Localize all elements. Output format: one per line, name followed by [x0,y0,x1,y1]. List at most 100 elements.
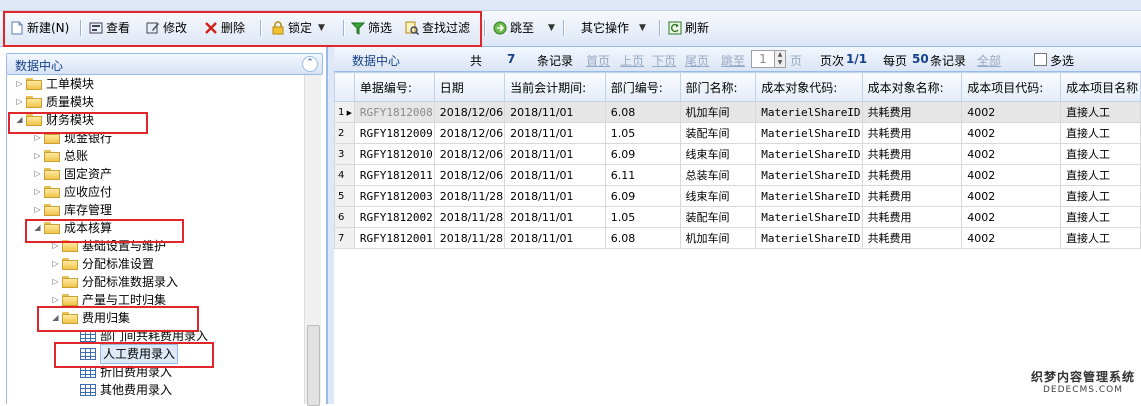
current-row-arrow-icon: ▶ [344,108,352,117]
table-cell: 2018/12/06 [433,122,506,144]
other-ops-label: 其它操作 [581,21,630,35]
last-page-link[interactable]: 尾页 [685,52,709,69]
find-filter-button[interactable]: 查找过滤 [405,19,470,37]
column-header[interactable]: 部门编号: [604,72,681,102]
tree-node[interactable]: ◢ 成本核算 [33,219,112,237]
tree-node[interactable]: 折旧费用录入 [69,363,172,381]
tree-node-label: 折旧费用录入 [100,365,173,379]
collapsed-arrow-icon[interactable]: ▷ [51,291,60,309]
tree-node[interactable]: ▷ 分配标准设置 [51,255,154,273]
table-cell: 2018/12/06 [433,164,506,186]
table-cell: 4002 [961,143,1062,165]
table-row[interactable]: 5 RGFY1812003 2018/11/28 2018/11/01 6.09 线束车间… [334,185,1141,207]
table-cell: MaterielShareID [755,227,863,249]
jump-button[interactable]: 跳至 ▼ [493,19,555,37]
modify-button[interactable]: 修改 [146,19,187,37]
collapsed-arrow-icon[interactable]: ▷ [33,201,42,219]
first-page-link[interactable]: 首页 [586,52,610,69]
collapsed-arrow-icon[interactable]: ▷ [33,165,42,183]
collapsed-arrow-icon[interactable]: ▷ [51,273,60,291]
table-cell: 4002 [961,164,1062,186]
collapsed-arrow-icon[interactable]: ▷ [51,237,60,255]
tree-node[interactable]: ▷ 应收应付 [33,183,112,201]
left-navigation-panel: 数据中心 ⌃ ▷ 工单模块 ▷ 质量模块 ◢ 财务模块 ▷ 现金银行 ▷ 总账 ▷ 固定资产 ▷ 应收应付… [0,47,327,406]
show-all-link[interactable]: 全部 [977,52,1001,69]
tree-node[interactable]: ▷ 总账 [33,147,88,165]
collapse-up-icon[interactable]: ⌃ [302,56,318,72]
panel-splitter[interactable] [327,47,334,404]
expanded-arrow-icon[interactable]: ◢ [33,219,42,237]
row-number-cell: 5 [334,185,355,207]
column-header[interactable]: 当前会计期间: [504,72,606,102]
tree-node[interactable]: ◢ 费用归集 [51,309,130,327]
folder-icon [44,150,60,162]
collapsed-arrow-icon[interactable]: ▷ [33,129,42,147]
left-panel-header: 数据中心 ⌃ [6,53,323,75]
delete-button[interactable]: 删除 [204,19,245,37]
delete-label: 删除 [221,21,246,35]
tree-node[interactable]: ▷ 现金银行 [33,129,112,147]
chevron-down-icon[interactable]: ▼ [548,19,555,37]
table-row[interactable]: 2 RGFY1812009 2018/12/06 2018/11/01 1.05 装配车间… [334,122,1141,144]
collapsed-arrow-icon[interactable]: ▷ [33,183,42,201]
tree-node[interactable]: ▷ 产量与工时归集 [51,291,166,309]
column-header[interactable]: 成本项目代码: [961,72,1062,102]
table-cell: 共耗费用 [861,185,963,207]
prev-page-link[interactable]: 上页 [620,52,644,69]
column-header[interactable]: 成本对象代码: [755,72,863,102]
refresh-label: 刷新 [685,21,710,35]
tree-node-label: 总账 [64,149,89,163]
collapsed-arrow-icon[interactable]: ▷ [51,255,60,273]
filter-button[interactable]: 筛选 [350,19,392,37]
tree-node[interactable]: ▷ 固定资产 [33,165,112,183]
column-header[interactable]: 单据编号: [353,72,435,102]
row-number-cell: 7 [334,227,355,249]
collapsed-arrow-icon[interactable]: ▷ [33,147,42,165]
refresh-button[interactable]: 刷新 [668,19,709,37]
table-cell: 共耗费用 [861,206,963,228]
tree-node[interactable]: ▷ 库存管理 [33,201,112,219]
collapsed-arrow-icon[interactable]: ▷ [15,75,24,93]
tree-node-label: 基础设置与维护 [82,239,167,253]
lock-button[interactable]: 锁定 ▼ [271,19,325,37]
table-row[interactable]: 6 RGFY1812002 2018/11/28 2018/11/01 1.05 装配车间… [334,206,1141,228]
goto-page-link[interactable]: 跳至 [721,52,745,69]
table-row[interactable]: 4 RGFY1812011 2018/12/06 2018/11/01 6.11 总装车间… [334,164,1141,186]
table-cell: 2018/11/01 [504,122,606,144]
tree-node[interactable]: ▷ 基础设置与维护 [51,237,166,255]
folder-icon [62,312,78,324]
tree-node[interactable]: ▷ 质量模块 [15,93,94,111]
next-page-link[interactable]: 下页 [652,52,676,69]
collapsed-arrow-icon[interactable]: ▷ [15,93,24,111]
per-page-unit: 条记录 [930,54,967,68]
tree-node-label: 其他费用录入 [100,383,173,397]
page-number-input[interactable]: 1 [751,50,775,68]
column-header[interactable]: 成本对象名称: [861,72,963,102]
refresh-icon [668,21,682,35]
expanded-arrow-icon[interactable]: ◢ [51,309,60,327]
chevron-down-icon[interactable]: ▼ [639,19,646,37]
table-cell: 4002 [961,227,1062,249]
new-button[interactable]: 新建(N) [10,19,69,37]
tree-node[interactable]: 部门间共耗费用录入 [69,327,208,345]
page-spinner[interactable]: ▲ ▼ [774,50,786,68]
tree-scrollbar[interactable] [304,75,321,406]
other-ops-button[interactable]: 其它操作 ▼ [581,19,646,37]
multi-select-checkbox[interactable] [1034,53,1047,66]
tree-node[interactable]: 其他费用录入 [69,381,172,399]
tree-node[interactable]: ▷ 工单模块 [15,75,94,93]
expanded-arrow-icon[interactable]: ◢ [15,111,24,129]
table-row[interactable]: 7 RGFY1812001 2018/11/28 2018/11/01 6.08 机加车间… [334,227,1141,249]
column-header[interactable]: 成本项目名称 [1060,72,1141,102]
chevron-down-icon[interactable]: ▼ [318,19,325,37]
tree-node[interactable]: ◢ 财务模块 [15,111,94,129]
scrollbar-thumb[interactable] [307,325,320,406]
tree-node[interactable]: ▷ 分配标准数据录入 [51,273,178,291]
tree-node[interactable]: 人工费用录入 [69,344,179,364]
column-header[interactable]: 部门名称: [679,72,757,102]
column-header[interactable]: 日期 [433,72,506,102]
table-row[interactable]: 3 RGFY1812010 2018/12/06 2018/11/01 6.09 线束车间… [334,143,1141,165]
tree-node-label: 成本核算 [64,221,113,235]
view-button[interactable]: 查看 [89,19,130,37]
table-row[interactable]: 1 ▶ RGFY1812008 2018/12/06 2018/11/01 6.08 机加… [334,101,1141,123]
